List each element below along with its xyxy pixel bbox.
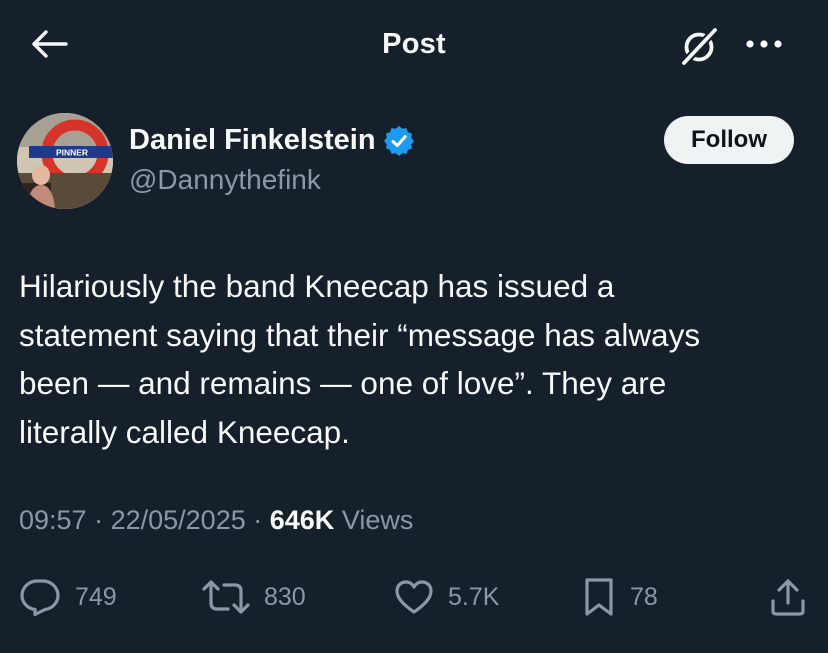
views-label[interactable]: Views xyxy=(342,505,414,535)
grok-button[interactable] xyxy=(676,24,724,68)
post-text-line: Hilariously the band Kneecap has issued … xyxy=(19,268,615,304)
share-button[interactable] xyxy=(768,572,808,622)
post-meta: 09:57 · 22/05/2025 · 646K Views xyxy=(19,505,413,536)
grok-icon xyxy=(680,26,719,67)
like-count: 5.7K xyxy=(448,582,500,611)
bookmark-button[interactable]: 78 xyxy=(582,572,658,622)
bookmark-icon xyxy=(585,578,613,616)
repost-count: 830 xyxy=(264,582,306,611)
post-text: Hilariously the band Kneecap has issued … xyxy=(19,262,814,456)
action-bar: 749 830 5.7K 78 xyxy=(0,572,828,622)
follow-button[interactable]: Follow xyxy=(664,116,794,164)
like-button[interactable]: 5.7K xyxy=(394,572,499,622)
share-icon xyxy=(771,579,805,616)
post-date[interactable]: 22/05/2025 xyxy=(111,505,246,535)
avatar-photo: PINNER xyxy=(17,113,113,209)
repost-button[interactable]: 830 xyxy=(202,572,306,622)
meta-separator: · xyxy=(253,505,270,535)
views-count[interactable]: 646K xyxy=(270,505,335,535)
reply-count: 749 xyxy=(75,582,117,611)
post-text-line: literally called Kneecap. xyxy=(19,413,350,450)
heart-icon xyxy=(395,580,433,614)
author-name[interactable]: Daniel Finkelstein xyxy=(129,124,376,157)
post-screen: Post PINNER Daniel Finkelstein @Dannythe… xyxy=(0,0,828,653)
avatar-sign-text: PINNER xyxy=(56,148,88,158)
post-text-line: been — and remains — one of love”. They … xyxy=(19,365,667,401)
author-name-row: Daniel Finkelstein xyxy=(129,124,414,157)
verified-badge-icon[interactable] xyxy=(383,125,414,156)
meta-separator: · xyxy=(94,505,111,535)
avatar[interactable]: PINNER xyxy=(17,113,113,209)
reply-icon xyxy=(20,579,60,616)
top-bar: Post xyxy=(0,0,828,90)
author-handle[interactable]: @Dannythefink xyxy=(129,164,321,196)
more-options-button[interactable] xyxy=(740,26,788,62)
bookmark-count: 78 xyxy=(630,582,658,611)
repost-icon xyxy=(202,580,250,614)
more-horizontal-icon xyxy=(746,40,782,48)
reply-button[interactable]: 749 xyxy=(19,572,117,622)
post-text-line: statement saying that their “message has… xyxy=(19,316,701,353)
post-time[interactable]: 09:57 xyxy=(19,505,87,535)
